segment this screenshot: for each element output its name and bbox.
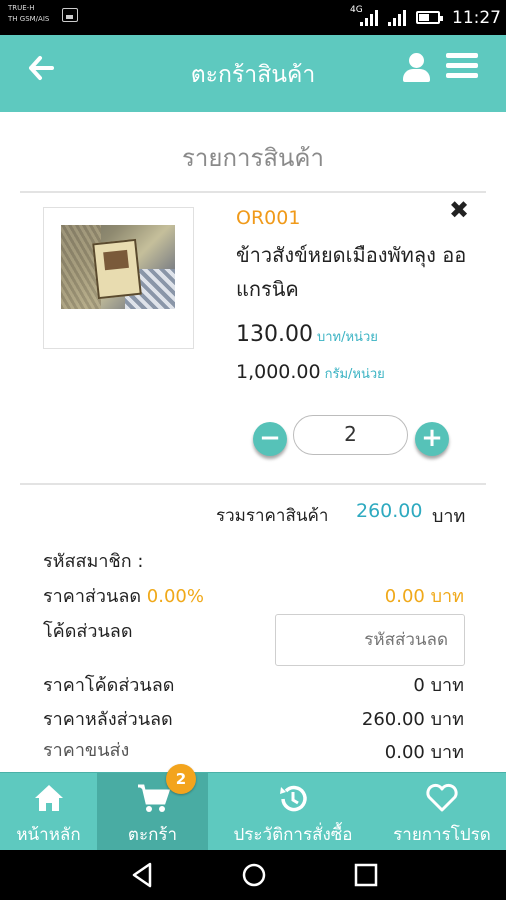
home-icon <box>33 783 65 817</box>
tab-label: หน้าหลัก <box>16 825 81 845</box>
weight-unit: กรัม/หน่วย <box>324 367 385 382</box>
app-bar: ตะกร้าสินค้า <box>0 35 506 112</box>
code-discount-value: 0 บาท <box>413 675 464 696</box>
divider <box>20 483 486 485</box>
discount-percent: 0.00% <box>146 586 204 607</box>
signal-icon <box>388 10 408 26</box>
quantity-input[interactable]: 2 <box>293 415 408 455</box>
heart-icon <box>425 783 459 817</box>
status-bar: TRUE-H TH GSM/AIS 4G 11:27 <box>0 0 506 35</box>
nav-recents-icon[interactable] <box>354 863 378 891</box>
discount-code-label: โค้ดส่วนลด <box>43 621 133 642</box>
cart-count-badge: 2 <box>166 764 196 794</box>
cart-icon <box>136 783 170 817</box>
battery-icon <box>416 11 443 24</box>
menu-icon[interactable] <box>446 53 478 79</box>
nav-home-icon[interactable] <box>241 862 267 892</box>
total-value: 260.00 <box>356 500 423 522</box>
product-weight: 1,000.00 กรัม/หน่วย <box>236 361 385 384</box>
tab-order-history[interactable]: ประวัติการสั่งซื้อ <box>208 773 378 851</box>
after-discount-value: 260.00 บาท <box>361 709 464 730</box>
carrier-label: TRUE-H TH GSM/AIS <box>8 4 50 23</box>
discount-code-field[interactable] <box>275 614 465 666</box>
tab-label: ตะกร้า <box>127 825 178 845</box>
clock: 11:27 <box>452 8 501 28</box>
product-price: 130.00 บาท/หน่วย <box>236 322 378 347</box>
user-icon[interactable] <box>402 53 432 83</box>
member-code-label: รหัสสมาชิก : <box>43 551 144 572</box>
total-label: รวมราคาสินค้า <box>216 506 329 526</box>
remove-item-icon[interactable]: ✖ <box>449 196 469 224</box>
code-discount-label: ราคาโค้ดส่วนลด <box>43 675 175 696</box>
tab-label: รายการโปรด <box>393 825 491 845</box>
nav-back-icon[interactable] <box>130 862 154 892</box>
shipping-label: ราคาขนส่ง <box>43 740 130 761</box>
increase-quantity-button[interactable]: + <box>415 422 449 456</box>
history-icon <box>277 783 309 819</box>
weight-value: 1,000.00 <box>236 361 321 383</box>
tab-favorites[interactable]: รายการโปรด <box>378 773 506 851</box>
signal-icon <box>360 10 380 26</box>
section-title: รายการสินค้า <box>182 144 324 172</box>
bottom-tab-bar: หน้าหลัก ตะกร้า ประวัติการสั่งซื้อ รายกา… <box>0 772 506 851</box>
after-discount-label: ราคาหลังส่วนลด <box>43 709 173 730</box>
tab-label: ประวัติการสั่งซื้อ <box>233 825 353 845</box>
discount-code-input[interactable] <box>276 615 464 665</box>
product-code: OR001 <box>236 207 301 229</box>
price-unit: บาท/หน่วย <box>316 330 378 345</box>
discount-row: ราคาส่วนลด 0.00% <box>43 581 204 610</box>
tab-home[interactable]: หน้าหลัก <box>0 773 97 851</box>
total-currency: บาท <box>432 506 466 527</box>
product-name: ข้าวสังข์หยดเมืองพัทลุง ออแกรนิค <box>236 243 467 301</box>
price-value: 130.00 <box>236 322 313 347</box>
discount-label: ราคาส่วนลด <box>43 586 142 607</box>
decrease-quantity-button[interactable]: − <box>253 422 287 456</box>
discount-value: 0.00 บาท <box>384 586 464 607</box>
divider <box>20 191 486 193</box>
product-image[interactable] <box>43 207 194 349</box>
screenshot-icon <box>62 8 78 22</box>
system-nav-bar <box>0 850 506 900</box>
shipping-value: 0.00 บาท <box>384 742 464 763</box>
